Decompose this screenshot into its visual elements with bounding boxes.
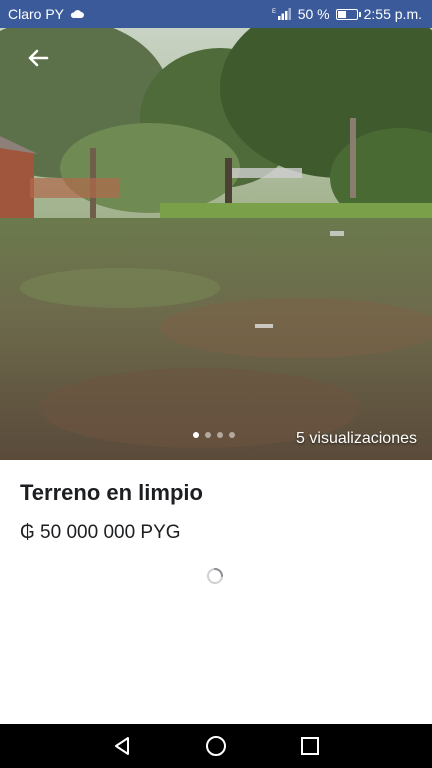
arrow-left-icon: [28, 49, 49, 67]
carrier-label: Claro PY: [8, 6, 65, 22]
android-nav-bar: [0, 724, 432, 768]
back-button[interactable]: [22, 44, 54, 72]
nav-back-button[interactable]: [110, 734, 134, 758]
cloud-icon: [70, 10, 85, 18]
triangle-back-icon: [115, 737, 129, 755]
nav-recents-button[interactable]: [298, 734, 322, 758]
square-recents-icon: [301, 737, 319, 755]
pagination-dot: [205, 432, 211, 438]
circle-home-icon: [206, 736, 226, 756]
status-right: E 50 % 2:55 p.m.: [272, 6, 422, 22]
battery-icon: [335, 8, 361, 20]
signal-icon: E: [272, 8, 291, 20]
photo-image: [0, 28, 432, 460]
listing-title: Terreno en limpio: [20, 480, 203, 505]
listing-price: ₲ 50 000 000 PYG: [20, 522, 181, 543]
svg-text:E: E: [272, 9, 276, 15]
pagination-dot: [229, 432, 235, 438]
photo-pagination-dots: [193, 432, 235, 438]
battery-fill: [337, 10, 347, 18]
nav-home-button[interactable]: [204, 734, 228, 758]
clock: 2:55 p.m.: [363, 6, 422, 22]
pagination-dot: [217, 432, 223, 438]
loading-spinner: [207, 568, 223, 584]
pagination-dot: [193, 432, 199, 438]
status-left: Claro PY: [8, 6, 85, 22]
views-count: 5 visualizaciones: [296, 430, 417, 447]
status-bar: Claro PY E 50 % 2:55 p.m.: [0, 0, 432, 28]
listing-photo[interactable]: 5 visualizaciones: [0, 28, 432, 460]
battery-percent: 50 %: [297, 6, 330, 22]
